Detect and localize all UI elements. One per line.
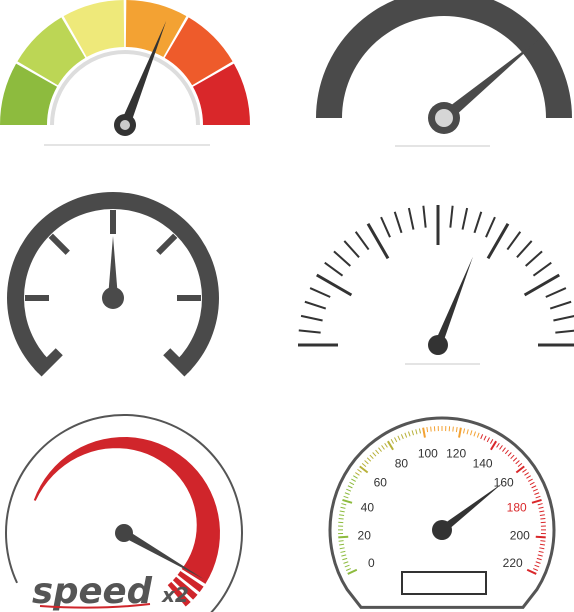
- fan-tick: [553, 315, 574, 322]
- speed-tick: [540, 540, 546, 542]
- tick-fan-svg: [298, 205, 574, 365]
- speed-gauge-svg: speed x2: [5, 414, 243, 612]
- fan-tick: [506, 231, 522, 251]
- tick-dial-gauge: [0, 185, 230, 385]
- speedometer-svg: 020406080100 120140160180200220: [328, 416, 556, 609]
- fan-tick: [380, 216, 391, 238]
- needle: [434, 256, 473, 347]
- needle-hub-center: [435, 109, 453, 127]
- fan-tick: [532, 261, 552, 277]
- fan-tick: [366, 223, 390, 260]
- fan-tick: [461, 207, 469, 230]
- numbered-speedometer: 0 20 40 60 80 100 120 140 160 180 200 220: [325, 410, 574, 612]
- fan-ticks: [298, 205, 574, 347]
- colored-arc-gauge: [0, 0, 260, 160]
- multiplier-text: x2: [161, 583, 189, 607]
- fan-tick: [316, 273, 353, 297]
- speed-tick: [535, 535, 546, 539]
- fan-tick: [304, 300, 327, 310]
- fan-tick: [300, 314, 323, 322]
- colored-arc-svg: [0, 0, 250, 146]
- speed-label: 180: [507, 500, 527, 514]
- fan-tick: [393, 211, 403, 234]
- red-arc-band: [33, 437, 220, 584]
- speed-label: 80: [395, 456, 409, 470]
- fan-tick: [545, 287, 567, 298]
- speed-tick: [339, 543, 345, 546]
- speed-label: 140: [473, 456, 493, 470]
- fan-tick: [473, 211, 483, 234]
- fan-tick: [549, 300, 572, 310]
- speed-tick: [539, 543, 545, 546]
- fan-tick: [485, 216, 496, 238]
- speed-tick: [338, 517, 344, 520]
- speed-label: 100: [418, 446, 438, 460]
- speed-tick: [540, 517, 546, 520]
- dark-arc-gauge: [300, 0, 574, 160]
- fan-tick: [555, 329, 574, 334]
- needle-hub-center: [120, 120, 130, 130]
- fan-tick: [354, 231, 370, 251]
- tick-dial-svg: [7, 192, 220, 377]
- needle-hub: [432, 520, 452, 540]
- speed-label: 200: [510, 529, 530, 543]
- tick-fan-gauge: [298, 195, 574, 375]
- fan-tick: [309, 287, 331, 298]
- speed-label: 60: [374, 475, 388, 489]
- fan-tick: [516, 240, 533, 258]
- fan-tick: [422, 205, 427, 228]
- speed-tick: [452, 426, 454, 432]
- dark-arc: [316, 0, 572, 118]
- dial-tick: [156, 233, 178, 255]
- needle-hub: [115, 524, 133, 542]
- fan-tick: [298, 329, 321, 334]
- speed-tick: [430, 426, 432, 432]
- speed-label: 220: [503, 556, 523, 570]
- speed-label: 0: [368, 556, 375, 570]
- needle-hub: [102, 287, 124, 309]
- speed-tick: [338, 535, 349, 539]
- color-segments: [0, 0, 250, 125]
- speed-label: 20: [358, 529, 372, 543]
- fan-tick: [449, 205, 454, 228]
- speed-gauge: speed x2: [0, 410, 270, 612]
- fan-tick: [343, 240, 360, 258]
- fan-tick: [486, 223, 510, 260]
- fan-tick: [324, 261, 344, 277]
- speed-label: 120: [446, 446, 466, 460]
- speed-label: 40: [361, 500, 375, 514]
- fan-tick: [523, 273, 560, 297]
- needle-hub: [428, 335, 448, 355]
- fan-tick: [525, 250, 543, 267]
- dark-arc-svg: [316, 0, 572, 147]
- dial-tick: [48, 233, 70, 255]
- fan-tick: [407, 207, 415, 230]
- fan-tick: [333, 250, 351, 267]
- speed-tick: [338, 540, 344, 542]
